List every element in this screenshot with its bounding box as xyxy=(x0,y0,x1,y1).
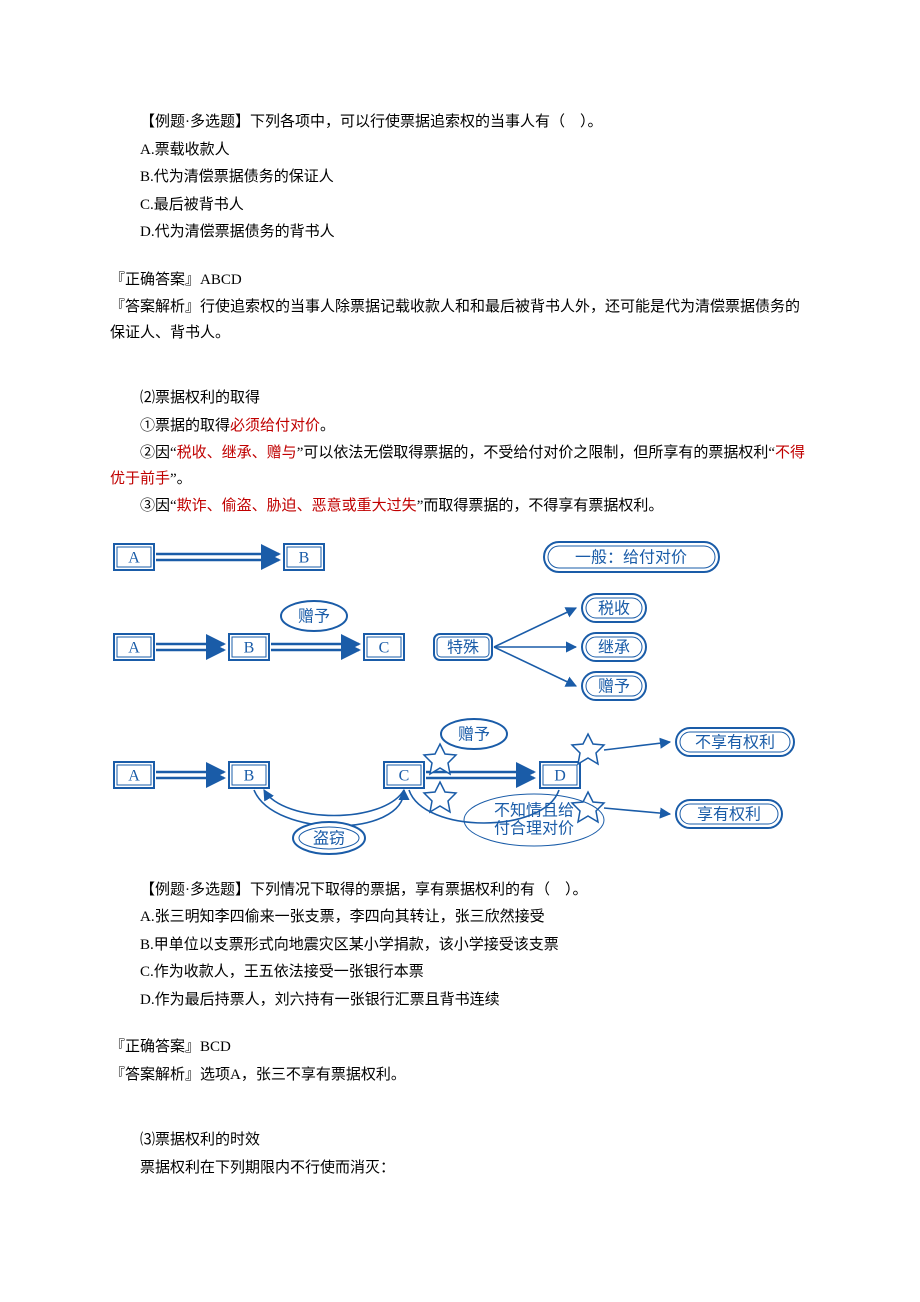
star-icon xyxy=(572,734,604,764)
diagram-box-c3: C xyxy=(399,767,410,784)
q1-option-d: D.代为清偿票据债务的背书人 xyxy=(110,220,810,246)
diagram-box-b1: B xyxy=(299,549,310,566)
spacer xyxy=(110,348,810,386)
diagram-hasright-pill: 享有权利 xyxy=(697,805,761,823)
sec2-p2e: ”。 xyxy=(170,471,192,487)
q1-answer-value: ABCD xyxy=(200,272,242,288)
q2-answer-row: 『正确答案』BCD xyxy=(110,1035,810,1061)
q2-explanation: 『答案解析』选项A，张三不享有票据权利。 xyxy=(110,1063,810,1089)
star-icon xyxy=(572,792,604,822)
q2-option-b: B.甲单位以支票形式向地震灾区某小学捐款，该小学接受该支票 xyxy=(110,933,810,959)
q2-option-a: A.张三明知李四偷来一张支票，李四向其转让，张三欣然接受 xyxy=(110,905,810,931)
q1-option-c: C.最后被背书人 xyxy=(110,193,810,219)
sec2-p2a: ②因“ xyxy=(140,445,177,461)
sec2-p3c: ”而取得票据的，不得享有票据权利。 xyxy=(417,498,664,514)
sec2-p3: ③因“欺诈、偷盗、胁迫、恶意或重大过失”而取得票据的，不得享有票据权利。 xyxy=(110,494,810,520)
sec2-p2b-red: 税收、继承、赠与 xyxy=(177,445,297,461)
sec2-p3a: ③因“ xyxy=(140,498,177,514)
spacer xyxy=(110,1090,810,1128)
star-icon xyxy=(424,744,456,774)
diagram-unaware-1: 不知情且给 xyxy=(494,801,574,819)
diagram-general-pill: 一般：给付对价 xyxy=(575,548,687,566)
sec2-p1b-red: 必须给付对价 xyxy=(230,418,320,434)
q1-answer-label: 『正确答案』 xyxy=(110,272,200,288)
diagram-gift-pill: 赠予 xyxy=(598,677,630,695)
diagram-row3: A B 盗窃 C 赠予 D xyxy=(114,719,794,854)
q1-explanation: 『答案解析』行使追索权的当事人除票据记载收款人和和最后被背书人外，还可能是代为清… xyxy=(110,295,810,346)
diagram-box-a2: A xyxy=(128,639,140,656)
diagram: A B 一般：给付对价 A B 赠予 C 特殊 税收 xyxy=(104,538,810,858)
sec2-p1a: ①票据的取得 xyxy=(140,418,230,434)
q2-header: 【例题·多选题】下列情况下取得的票据，享有票据权利的有（ ）。 xyxy=(110,878,810,904)
diagram-gift-label-2: 赠予 xyxy=(458,725,490,743)
sec3-body: 票据权利在下列期限内不行使而消灭： xyxy=(110,1156,810,1182)
q1-header: 【例题·多选题】下列各项中，可以行使票据追索权的当事人有（ ）。 xyxy=(110,110,810,136)
diagram-special-box: 特殊 xyxy=(447,638,479,656)
diagram-box-d3: D xyxy=(554,767,566,784)
diagram-inherit-pill: 继承 xyxy=(598,638,630,656)
diagram-gift-label-1: 赠予 xyxy=(298,607,330,625)
sec3-title: ⑶票据权利的时效 xyxy=(110,1128,810,1154)
spacer xyxy=(110,1015,810,1035)
sec2-p2c: ”可以依法无偿取得票据的，不受给付对价之限制，但所享有的票据权利“ xyxy=(297,445,775,461)
sec2-p3b-red: 欺诈、偷盗、胁迫、恶意或重大过失 xyxy=(177,498,417,514)
sec2-p2: ②因“税收、继承、赠与”可以依法无偿取得票据的，不受给付对价之限制，但所享有的票… xyxy=(110,441,810,492)
diagram-box-a1: A xyxy=(128,549,140,566)
sec2-p1: ①票据的取得必须给付对价。 xyxy=(110,414,810,440)
q1-option-a: A.票载收款人 xyxy=(110,138,810,164)
q1-exp-label: 『答案解析』 xyxy=(110,299,200,315)
diagram-box-c2: C xyxy=(379,639,390,656)
diagram-unaware-2: 付合理对价 xyxy=(494,819,574,837)
q1-option-b: B.代为清偿票据债务的保证人 xyxy=(110,165,810,191)
sec2-p1c: 。 xyxy=(320,418,335,434)
diagram-theft-label: 盗窃 xyxy=(313,829,345,847)
q1-answer-row: 『正确答案』ABCD xyxy=(110,268,810,294)
star-icon xyxy=(424,782,456,812)
spacer xyxy=(110,248,810,268)
diagram-row2: A B 赠予 C 特殊 税收 继承 赠予 xyxy=(114,594,646,700)
diagram-row1: A B 一般：给付对价 xyxy=(114,542,719,572)
diagram-box-b2: B xyxy=(244,639,255,656)
q2-answer-label: 『正确答案』 xyxy=(110,1039,200,1055)
sec2-title: ⑵票据权利的取得 xyxy=(110,386,810,412)
q2-option-d: D.作为最后持票人，刘六持有一张银行汇票且背书连续 xyxy=(110,988,810,1014)
q1-exp-text: 行使追索权的当事人除票据记载收款人和和最后被背书人外，还可能是代为清偿票据债务的… xyxy=(110,299,800,341)
diagram-tax-pill: 税收 xyxy=(598,599,630,617)
q2-exp-label: 『答案解析』 xyxy=(110,1067,200,1083)
q2-exp-text: 选项A，张三不享有票据权利。 xyxy=(200,1067,406,1083)
q2-option-c: C.作为收款人，王五依法接受一张银行本票 xyxy=(110,960,810,986)
diagram-noright-pill: 不享有权利 xyxy=(695,733,775,751)
diagram-box-a3: A xyxy=(128,767,140,784)
diagram-box-b3: B xyxy=(244,767,255,784)
q2-answer-value: BCD xyxy=(200,1039,231,1055)
